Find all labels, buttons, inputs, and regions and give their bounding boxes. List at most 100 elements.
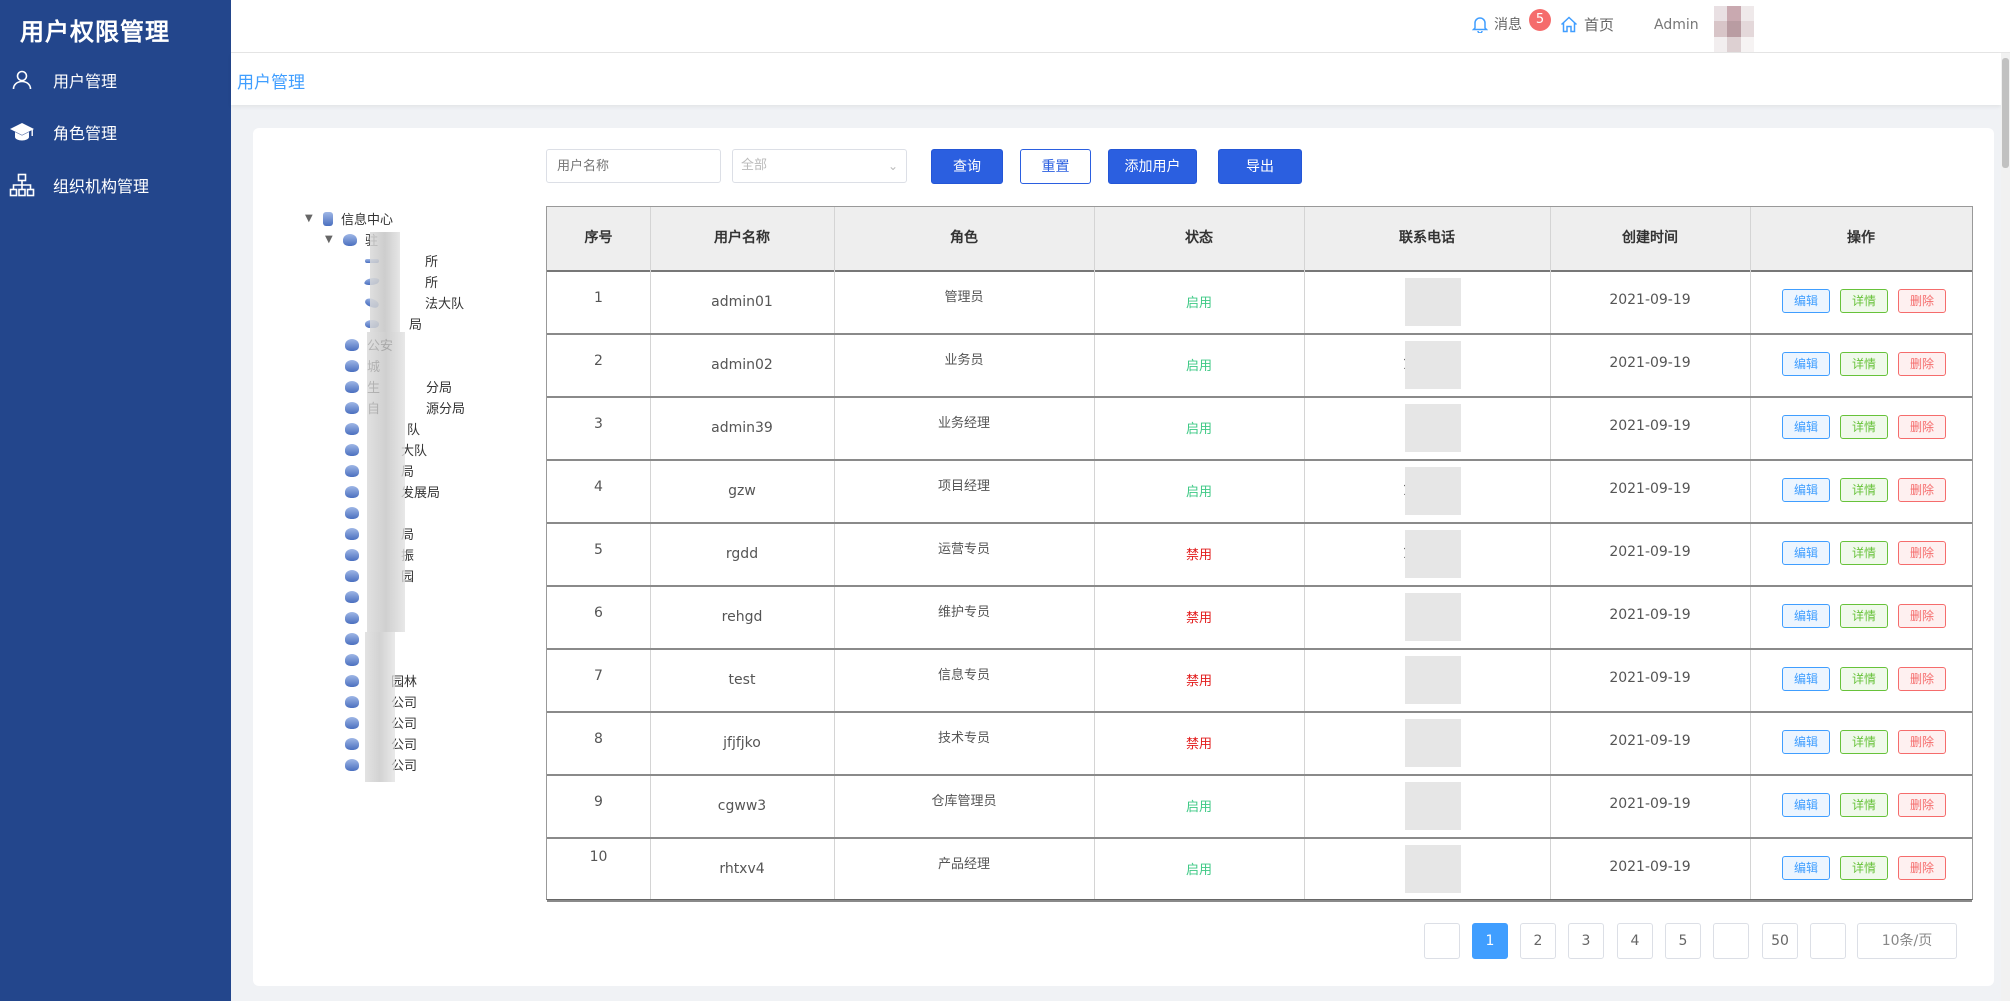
- redaction-mask: [1405, 341, 1461, 389]
- cell-index: 9: [594, 794, 603, 810]
- delete-button[interactable]: 删除: [1898, 730, 1946, 754]
- folder-icon: [345, 548, 359, 561]
- table-row: 6rehgd维护专员禁用15 02021-09-19编辑详情删除: [547, 585, 1972, 650]
- delete-button[interactable]: 删除: [1898, 667, 1946, 691]
- tree-node[interactable]: [345, 502, 367, 523]
- column-header-created: 创建时间: [1622, 230, 1678, 246]
- delete-button[interactable]: 删除: [1898, 793, 1946, 817]
- sidebar-item-user-management[interactable]: 用户管理: [0, 54, 231, 106]
- breadcrumb: 用户管理: [231, 53, 2001, 105]
- delete-button[interactable]: 删除: [1898, 289, 1946, 313]
- redaction-mask: [1405, 719, 1461, 767]
- messages-label: 消息: [1494, 17, 1522, 33]
- more-pages-button[interactable]: [1713, 923, 1749, 959]
- edit-button[interactable]: 编辑: [1782, 415, 1830, 439]
- edit-button[interactable]: 编辑: [1782, 604, 1830, 628]
- status-badge: 启用: [1185, 485, 1212, 500]
- user-icon: [8, 66, 36, 94]
- breadcrumb-current[interactable]: 用户管理: [237, 68, 305, 93]
- page-button-2[interactable]: 2: [1520, 923, 1556, 959]
- edit-button[interactable]: 编辑: [1782, 730, 1830, 754]
- status-badge: 启用: [1185, 863, 1212, 878]
- folder-icon: [345, 758, 359, 771]
- status-badge: 禁用: [1185, 737, 1212, 752]
- sidebar-item-label: 组织机构管理: [53, 177, 150, 196]
- detail-button[interactable]: 详情: [1840, 604, 1888, 628]
- home-link[interactable]: 首页: [1560, 14, 1614, 35]
- detail-button[interactable]: 详情: [1840, 856, 1888, 880]
- delete-button[interactable]: 删除: [1898, 478, 1946, 502]
- redaction-mask: [1405, 467, 1461, 515]
- table-row: 3admin39业务经理启用151 02021-09-19编辑详情删除: [547, 396, 1972, 461]
- page-button-4[interactable]: 4: [1617, 923, 1653, 959]
- tree-node[interactable]: [345, 628, 367, 649]
- prev-page-button[interactable]: [1424, 923, 1460, 959]
- detail-button[interactable]: 详情: [1840, 793, 1888, 817]
- folder-icon: [343, 233, 357, 246]
- status-select[interactable]: 全部 ⌄: [732, 149, 907, 183]
- edit-button[interactable]: 编辑: [1782, 667, 1830, 691]
- export-button[interactable]: 导出: [1218, 149, 1302, 184]
- caret-down-icon[interactable]: ▼: [325, 234, 337, 245]
- page-button-last[interactable]: 50: [1762, 923, 1798, 959]
- cell-index: 3: [594, 416, 603, 432]
- tree-node[interactable]: [345, 649, 367, 670]
- detail-button[interactable]: 详情: [1840, 541, 1888, 565]
- cell-created-date: 2021-09-19: [1609, 607, 1691, 623]
- folder-icon: [345, 716, 359, 729]
- edit-button[interactable]: 编辑: [1782, 793, 1830, 817]
- detail-button[interactable]: 详情: [1840, 667, 1888, 691]
- page-size-select[interactable]: 10条/页: [1857, 923, 1957, 959]
- org-chart-icon: [8, 171, 36, 199]
- status-badge: 禁用: [1185, 548, 1212, 563]
- page-button-3[interactable]: 3: [1568, 923, 1604, 959]
- redaction-mask: [1405, 404, 1461, 452]
- delete-button[interactable]: 删除: [1898, 604, 1946, 628]
- scrollbar-track[interactable]: [2001, 53, 2010, 1001]
- edit-button[interactable]: 编辑: [1782, 541, 1830, 565]
- tree-node[interactable]: ▼ 信息中心: [305, 208, 393, 229]
- tree-node[interactable]: [345, 607, 367, 628]
- message-count-badge: 5: [1529, 9, 1551, 31]
- folder-icon: [345, 653, 359, 666]
- messages-link[interactable]: 消息: [1472, 14, 1522, 34]
- cell-role: 仓库管理员: [931, 794, 997, 809]
- caret-down-icon[interactable]: ▼: [305, 213, 317, 224]
- tree-node[interactable]: [345, 586, 367, 607]
- scrollbar-thumb[interactable]: [2002, 58, 2009, 168]
- delete-button[interactable]: 删除: [1898, 856, 1946, 880]
- user-name[interactable]: Admin: [1654, 17, 1699, 33]
- sidebar-item-role-management[interactable]: 角色管理: [0, 106, 231, 158]
- detail-button[interactable]: 详情: [1840, 478, 1888, 502]
- avatar[interactable]: [1714, 6, 1754, 52]
- query-button[interactable]: 查询: [931, 149, 1003, 184]
- page-button-5[interactable]: 5: [1665, 923, 1701, 959]
- delete-button[interactable]: 删除: [1898, 415, 1946, 439]
- edit-button[interactable]: 编辑: [1782, 856, 1830, 880]
- cell-role: 业务员: [944, 353, 984, 368]
- sidebar-item-org-management[interactable]: 组织机构管理: [0, 159, 231, 211]
- detail-button[interactable]: 详情: [1840, 352, 1888, 376]
- username-search-input[interactable]: [546, 149, 721, 183]
- edit-button[interactable]: 编辑: [1782, 352, 1830, 376]
- cell-index: 2: [594, 353, 603, 369]
- redaction-mask: [370, 232, 400, 332]
- add-user-button[interactable]: 添加用户: [1108, 149, 1197, 184]
- detail-button[interactable]: 详情: [1840, 730, 1888, 754]
- reset-button[interactable]: 重置: [1020, 149, 1091, 184]
- cell-role: 产品经理: [937, 857, 990, 872]
- detail-button[interactable]: 详情: [1840, 289, 1888, 313]
- edit-button[interactable]: 编辑: [1782, 478, 1830, 502]
- detail-button[interactable]: 详情: [1840, 415, 1888, 439]
- tree-node[interactable]: 自源分局: [345, 397, 465, 418]
- cell-created-date: 2021-09-19: [1609, 418, 1691, 434]
- delete-button[interactable]: 删除: [1898, 541, 1946, 565]
- edit-button[interactable]: 编辑: [1782, 289, 1830, 313]
- redaction-mask: [1405, 593, 1461, 641]
- delete-button[interactable]: 删除: [1898, 352, 1946, 376]
- next-page-button[interactable]: [1810, 923, 1846, 959]
- page-button-1[interactable]: 1: [1472, 923, 1508, 959]
- database-icon: [323, 211, 333, 226]
- folder-icon: [345, 611, 359, 624]
- status-badge: 启用: [1185, 800, 1212, 815]
